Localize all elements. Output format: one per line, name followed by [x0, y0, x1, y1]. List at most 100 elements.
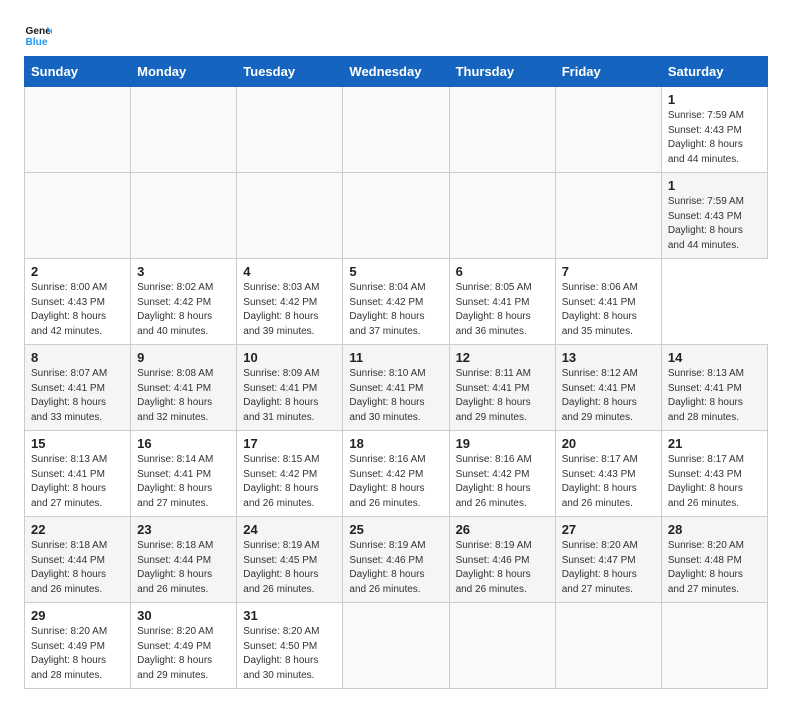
day-info: Sunrise: 8:06 AMSunset: 4:41 PMDaylight:… [562, 281, 655, 339]
day-cell-31: 31 Sunrise: 8:20 AMSunset: 4:50 PMDayligh… [237, 603, 343, 689]
calendar-week-1: 1Sunrise: 7:59 AMSunset: 4:43 PMDaylight… [25, 173, 768, 259]
day-cell-26: 26 Sunrise: 8:19 AMSunset: 4:46 PMDayligh… [449, 517, 555, 603]
day-cell-14: 14 Sunrise: 8:13 AMSunset: 4:41 PMDayligh… [661, 345, 767, 431]
calendar-week-6: 29Sunrise: 8:20 AMSunset: 4:49 PMDayligh… [25, 603, 768, 689]
day-cell-21: 21Sunrise: 8:17 AMSunset: 4:43 PMDayligh… [661, 431, 767, 517]
empty-cell [237, 87, 343, 173]
day-cell-19: 19Sunrise: 8:16 AMSunset: 4:42 PMDayligh… [449, 431, 555, 517]
empty-cell [555, 173, 661, 259]
day-number: 2 [31, 264, 124, 279]
day-number: 23 [137, 522, 230, 537]
day-number: 3 [137, 264, 230, 279]
day-cell-20: 20 Sunrise: 8:17 AMSunset: 4:43 PMDayligh… [555, 431, 661, 517]
day-number: 10 [243, 350, 336, 365]
day-number: 1 [668, 92, 761, 107]
col-header-friday: Friday [555, 57, 661, 87]
day-number: 9 [137, 350, 230, 365]
day-info: Sunrise: 8:19 AMSunset: 4:45 PMDaylight:… [243, 539, 336, 597]
logo-icon: General Blue [24, 20, 52, 48]
col-header-thursday: Thursday [449, 57, 555, 87]
empty-cell [343, 87, 449, 173]
empty-cell [449, 603, 555, 689]
day-cell-24: 24 Sunrise: 8:19 AMSunset: 4:45 PMDayligh… [237, 517, 343, 603]
calendar-week-3: 8 Sunrise: 8:07 AMSunset: 4:41 PMDaylight… [25, 345, 768, 431]
day-number: 7 [562, 264, 655, 279]
empty-cell [449, 87, 555, 173]
col-header-tuesday: Tuesday [237, 57, 343, 87]
day-number: 26 [456, 522, 549, 537]
day-cell-13: 13 Sunrise: 8:12 AMSunset: 4:41 PMDayligh… [555, 345, 661, 431]
day-cell-3: 3Sunrise: 8:02 AMSunset: 4:42 PMDaylight… [131, 259, 237, 345]
calendar-week-2: 2 Sunrise: 8:00 AMSunset: 4:43 PMDaylight… [25, 259, 768, 345]
day-info: Sunrise: 8:08 AMSunset: 4:41 PMDaylight:… [137, 367, 230, 425]
empty-cell [449, 173, 555, 259]
day-number: 20 [562, 436, 655, 451]
col-header-wednesday: Wednesday [343, 57, 449, 87]
day-info: Sunrise: 8:14 AMSunset: 4:41 PMDaylight:… [137, 453, 230, 511]
day-cell-23: 23 Sunrise: 8:18 AMSunset: 4:44 PMDayligh… [131, 517, 237, 603]
day-info: Sunrise: 8:20 AMSunset: 4:49 PMDaylight:… [31, 625, 124, 683]
calendar-table: SundayMondayTuesdayWednesdayThursdayFrid… [24, 56, 768, 689]
day-number: 6 [456, 264, 549, 279]
day-info: Sunrise: 8:18 AMSunset: 4:44 PMDaylight:… [31, 539, 124, 597]
day-info: Sunrise: 8:20 AMSunset: 4:48 PMDaylight:… [668, 539, 761, 597]
day-cell-11: 11 Sunrise: 8:10 AMSunset: 4:41 PMDayligh… [343, 345, 449, 431]
day-info: Sunrise: 8:00 AMSunset: 4:43 PMDaylight:… [31, 281, 124, 339]
svg-text:Blue: Blue [26, 37, 48, 48]
day-info: Sunrise: 8:20 AMSunset: 4:50 PMDaylight:… [243, 625, 336, 683]
day-info: Sunrise: 8:07 AMSunset: 4:41 PMDaylight:… [31, 367, 124, 425]
day-number: 14 [668, 350, 761, 365]
logo: General Blue [24, 20, 52, 48]
day-info: Sunrise: 8:17 AMSunset: 4:43 PMDaylight:… [668, 453, 761, 511]
day-info: Sunrise: 8:17 AMSunset: 4:43 PMDaylight:… [562, 453, 655, 511]
day-info: Sunrise: 8:10 AMSunset: 4:41 PMDaylight:… [349, 367, 442, 425]
day-number: 22 [31, 522, 124, 537]
day-number: 15 [31, 436, 124, 451]
day-info: Sunrise: 8:13 AMSunset: 4:41 PMDaylight:… [31, 453, 124, 511]
day-info: Sunrise: 7:59 AMSunset: 4:43 PMDaylight:… [668, 109, 761, 167]
day-info: Sunrise: 8:16 AMSunset: 4:42 PMDaylight:… [349, 453, 442, 511]
day-number: 11 [349, 350, 442, 365]
day-number: 31 [243, 608, 336, 623]
empty-cell [25, 173, 131, 259]
calendar-header-row: SundayMondayTuesdayWednesdayThursdayFrid… [25, 57, 768, 87]
empty-cell [555, 87, 661, 173]
empty-cell [25, 87, 131, 173]
day-number: 24 [243, 522, 336, 537]
calendar-week-5: 22 Sunrise: 8:18 AMSunset: 4:44 PMDayligh… [25, 517, 768, 603]
empty-cell [555, 603, 661, 689]
day-cell-5: 5Sunrise: 8:04 AMSunset: 4:42 PMDaylight… [343, 259, 449, 345]
day-info: Sunrise: 8:12 AMSunset: 4:41 PMDaylight:… [562, 367, 655, 425]
day-cell-22: 22 Sunrise: 8:18 AMSunset: 4:44 PMDayligh… [25, 517, 131, 603]
day-number: 25 [349, 522, 442, 537]
day-number: 4 [243, 264, 336, 279]
day-number: 13 [562, 350, 655, 365]
day-info: Sunrise: 8:20 AMSunset: 4:47 PMDaylight:… [562, 539, 655, 597]
day-cell-16: 16Sunrise: 8:14 AMSunset: 4:41 PMDayligh… [131, 431, 237, 517]
day-info: Sunrise: 8:03 AMSunset: 4:42 PMDaylight:… [243, 281, 336, 339]
day-cell-25: 25 Sunrise: 8:19 AMSunset: 4:46 PMDayligh… [343, 517, 449, 603]
day-cell-7: 7 Sunrise: 8:06 AMSunset: 4:41 PMDaylight… [555, 259, 661, 345]
day-cell-9: 9 Sunrise: 8:08 AMSunset: 4:41 PMDaylight… [131, 345, 237, 431]
col-header-sunday: Sunday [25, 57, 131, 87]
day-cell-10: 10 Sunrise: 8:09 AMSunset: 4:41 PMDayligh… [237, 345, 343, 431]
day-info: Sunrise: 8:19 AMSunset: 4:46 PMDaylight:… [349, 539, 442, 597]
calendar-week-4: 15 Sunrise: 8:13 AMSunset: 4:41 PMDayligh… [25, 431, 768, 517]
day-number: 27 [562, 522, 655, 537]
day-info: Sunrise: 8:11 AMSunset: 4:41 PMDaylight:… [456, 367, 549, 425]
day-cell-30: 30Sunrise: 8:20 AMSunset: 4:49 PMDayligh… [131, 603, 237, 689]
day-number: 30 [137, 608, 230, 623]
day-info: Sunrise: 8:09 AMSunset: 4:41 PMDaylight:… [243, 367, 336, 425]
day-info: Sunrise: 8:16 AMSunset: 4:42 PMDaylight:… [456, 453, 549, 511]
day-number: 8 [31, 350, 124, 365]
empty-cell [131, 87, 237, 173]
calendar-week-1: 1 Sunrise: 7:59 AMSunset: 4:43 PMDaylight… [25, 87, 768, 173]
day-cell-27: 27 Sunrise: 8:20 AMSunset: 4:47 PMDayligh… [555, 517, 661, 603]
empty-cell [661, 603, 767, 689]
day-cell-17: 17Sunrise: 8:15 AMSunset: 4:42 PMDayligh… [237, 431, 343, 517]
day-info: Sunrise: 8:13 AMSunset: 4:41 PMDaylight:… [668, 367, 761, 425]
day-info: Sunrise: 8:15 AMSunset: 4:42 PMDaylight:… [243, 453, 336, 511]
day-info: Sunrise: 8:19 AMSunset: 4:46 PMDaylight:… [456, 539, 549, 597]
day-info: Sunrise: 8:04 AMSunset: 4:42 PMDaylight:… [349, 281, 442, 339]
day-info: Sunrise: 8:18 AMSunset: 4:44 PMDaylight:… [137, 539, 230, 597]
